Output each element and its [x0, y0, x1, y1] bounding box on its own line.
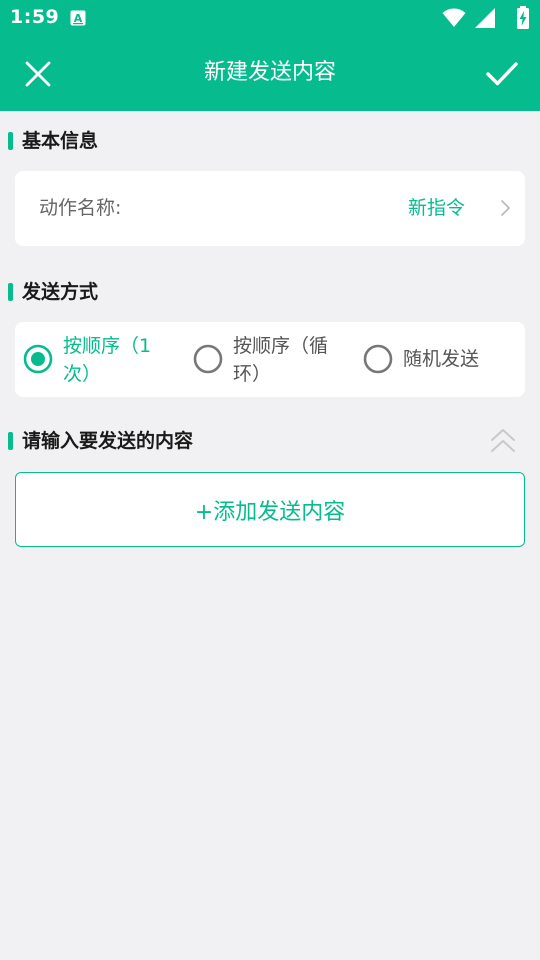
cellular-signal-icon — [475, 8, 495, 28]
radio-label: 按顺序（循环） — [233, 335, 329, 385]
section-title: 发送方式 — [22, 281, 99, 303]
section-content: 请输入要发送的内容 — [0, 427, 540, 457]
radio-label: 随机发送 — [403, 348, 480, 370]
wifi-icon — [442, 8, 466, 27]
action-name-row[interactable]: 动作名称: 新指令 — [15, 171, 525, 246]
radio-label: 按顺序（1次） — [63, 335, 152, 385]
section-accent-bar — [8, 432, 13, 450]
add-content-button[interactable]: +添加发送内容 — [15, 472, 525, 547]
battery-charging-icon — [517, 6, 529, 29]
section-send-mode: 发送方式 — [0, 278, 540, 308]
radio-unchecked-icon — [193, 344, 223, 374]
section-accent-bar — [8, 132, 13, 150]
radio-option-sequential-loop[interactable]: 按顺序（循环） — [193, 322, 358, 397]
radio-option-random[interactable]: 随机发送 — [363, 322, 523, 397]
page-title: 新建发送内容 — [203, 60, 336, 85]
chevron-right-icon — [501, 200, 510, 216]
status-bar: 1:59 A — [0, 0, 540, 36]
app-bar: 新建发送内容 — [0, 36, 540, 111]
confirm-button[interactable] — [478, 50, 526, 98]
section-accent-bar — [8, 283, 13, 301]
radio-option-sequential-once[interactable]: 按顺序（1次） — [23, 322, 188, 397]
double-chevron-up-icon[interactable] — [488, 426, 518, 456]
section-title: 请输入要发送的内容 — [22, 430, 194, 452]
a-notification-icon: A — [70, 10, 86, 26]
status-time: 1:59 — [10, 6, 60, 28]
section-basic-info: 基本信息 — [0, 127, 540, 157]
action-name-label: 动作名称: — [39, 197, 122, 219]
radio-unchecked-icon — [363, 344, 393, 374]
action-name-value: 新指令 — [407, 197, 465, 219]
add-content-label: +添加发送内容 — [194, 499, 346, 525]
send-mode-card: 按顺序（1次） 按顺序（循环） 随机发送 — [15, 322, 525, 397]
section-title: 基本信息 — [22, 130, 99, 152]
radio-checked-icon — [23, 344, 53, 374]
check-icon — [486, 62, 518, 86]
